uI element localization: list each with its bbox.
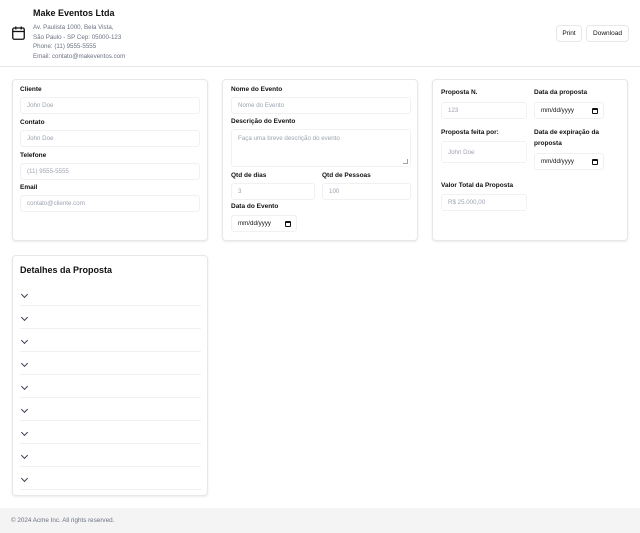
accordion-item[interactable] — [20, 375, 201, 398]
details-card: Detalhes da Proposta — [12, 255, 208, 496]
event-card: Nome do Evento Nome do Evento Descrição … — [222, 79, 418, 241]
proposta-feita-label: Proposta feita por: — [441, 129, 499, 136]
data-evento-input[interactable]: mm/dd/yyyy — [231, 215, 297, 232]
chevron-down-icon[interactable] — [20, 359, 29, 368]
details-title: Detalhes da Proposta — [20, 265, 113, 275]
descricao-textarea[interactable]: Faça uma breve descrição do evento — [231, 129, 411, 167]
data-evento-value: mm/dd/yyyy — [238, 220, 272, 227]
accordion-item[interactable] — [20, 283, 201, 306]
nome-evento-input[interactable]: Nome do Evento — [231, 97, 411, 114]
chevron-down-icon[interactable] — [20, 428, 29, 437]
cliente-input[interactable]: John Doe — [20, 97, 200, 114]
accordion-item[interactable] — [20, 352, 201, 375]
descricao-placeholder: Faça uma breve descrição do evento — [238, 135, 340, 142]
accordion-item[interactable] — [20, 329, 201, 352]
date-picker-icon[interactable] — [592, 107, 598, 114]
valor-total-label: Valor Total da Proposta — [441, 182, 514, 189]
contato-input[interactable]: John Doe — [20, 130, 200, 147]
telefone-label: Telefone — [20, 152, 47, 159]
data-expiracao-value: mm/dd/yyyy — [541, 158, 575, 165]
date-picker-icon[interactable] — [592, 158, 598, 165]
cliente-label: Cliente — [20, 86, 42, 93]
data-evento-label: Data do Evento — [231, 203, 279, 210]
data-expiracao-label-2: proposta — [534, 140, 562, 147]
company-phone: Phone: (11) 9555-5555 — [33, 43, 97, 50]
accordion-item[interactable] — [20, 467, 201, 490]
valor-total-input[interactable]: R$ 25.000,00 — [441, 194, 527, 211]
print-button[interactable]: Print — [556, 25, 582, 42]
accordion-item[interactable] — [20, 421, 201, 444]
data-expiracao-label-1: Data de expiração da — [534, 129, 600, 136]
calendar-icon — [12, 26, 25, 40]
accordion-item[interactable] — [20, 398, 201, 421]
contato-label: Contato — [20, 119, 45, 126]
company-address-line1: Av. Paulista 1000, Bela Vista, — [33, 24, 114, 31]
email-input[interactable]: contato@cliente.com — [20, 195, 200, 212]
client-card: Cliente John Doe Contato John Doe Telefo… — [12, 79, 208, 241]
footer-copyright: © 2024 Acme Inc. All rights reserved. — [11, 517, 115, 524]
data-proposta-input[interactable]: mm/dd/yyyy — [534, 102, 604, 119]
company-email: Email: contato@makeventos.com — [33, 52, 126, 60]
accordion-item[interactable] — [20, 444, 201, 467]
proposta-feita-input[interactable]: John Doe — [441, 141, 527, 163]
chevron-down-icon[interactable] — [20, 336, 29, 345]
download-button[interactable]: Download — [586, 25, 629, 42]
pessoas-label: Qtd de Pessoas — [322, 172, 371, 179]
data-proposta-value: mm/dd/yyyy — [541, 107, 575, 114]
company-address-line2: São Paulo - SP Cep: 05000-123 — [33, 33, 122, 41]
data-expiracao-input[interactable]: mm/dd/yyyy — [534, 153, 604, 170]
telefone-input[interactable]: (11) 9555-5555 — [20, 163, 200, 180]
nome-evento-label: Nome do Evento — [231, 86, 283, 93]
footer: © 2024 Acme Inc. All rights reserved. — [0, 508, 640, 533]
dias-label: Qtd de dias — [231, 172, 267, 179]
proposta-numero-input[interactable]: 123 — [441, 102, 527, 119]
chevron-down-icon[interactable] — [20, 451, 29, 460]
proposta-numero-label: Proposta N. — [441, 89, 478, 96]
chevron-down-icon[interactable] — [20, 313, 29, 322]
chevron-down-icon[interactable] — [20, 382, 29, 391]
dias-input[interactable]: 3 — [231, 183, 315, 200]
chevron-down-icon[interactable] — [20, 405, 29, 414]
chevron-down-icon[interactable] — [20, 290, 29, 299]
email-label: Email — [20, 184, 38, 191]
chevron-down-icon[interactable] — [20, 474, 29, 483]
company-name: Make Eventos Ltda — [33, 8, 115, 18]
data-proposta-label: Data da proposta — [534, 89, 588, 96]
descricao-label: Descrição do Evento — [231, 118, 296, 125]
proposal-card: Proposta N. 123 Data da proposta mm/dd/y… — [432, 79, 628, 241]
main-content: Cliente John Doe Contato John Doe Telefo… — [0, 67, 640, 508]
header: Make Eventos Ltda Av. Paulista 1000, Bel… — [0, 0, 640, 67]
accordion-item[interactable] — [20, 306, 201, 329]
resize-handle-icon[interactable] — [403, 159, 408, 164]
date-picker-icon[interactable] — [285, 220, 291, 227]
pessoas-input[interactable]: 100 — [322, 183, 411, 200]
